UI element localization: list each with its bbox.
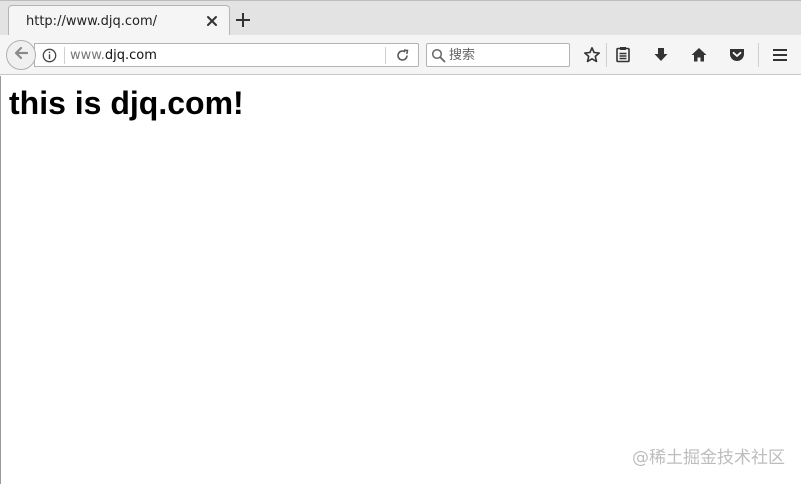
url-bar[interactable]: www.djq.com — [34, 43, 419, 67]
pocket-icon[interactable] — [726, 44, 748, 66]
navigation-toolbar: www.djq.com — [0, 35, 801, 75]
toolbar-divider — [606, 43, 607, 67]
toolbar-divider — [758, 43, 759, 67]
browser-tab[interactable]: http://www.djq.com/ — [8, 5, 230, 36]
search-input[interactable] — [449, 46, 565, 64]
bookmark-star-icon[interactable] — [581, 44, 603, 66]
url-bar-divider — [64, 47, 65, 64]
info-icon[interactable] — [42, 48, 57, 63]
reload-icon[interactable] — [395, 48, 410, 63]
menu-icon[interactable] — [769, 44, 791, 66]
search-icon — [431, 48, 446, 63]
url-prefix: www. — [70, 48, 105, 63]
new-tab-icon[interactable] — [234, 11, 252, 29]
url-bar-divider — [385, 47, 386, 64]
close-icon[interactable] — [205, 13, 219, 27]
tab-title: http://www.djq.com/ — [26, 14, 158, 29]
watermark: @稀土掘金技术社区 — [632, 448, 785, 468]
home-icon[interactable] — [688, 44, 710, 66]
tab-strip: http://www.djq.com/ — [0, 0, 801, 36]
download-icon[interactable] — [650, 44, 672, 66]
url-host: djq.com — [104, 48, 157, 63]
back-button[interactable] — [6, 40, 36, 70]
url-text[interactable]: www.djq.com — [70, 48, 157, 63]
reading-list-icon[interactable] — [612, 44, 634, 66]
back-arrow-icon — [13, 45, 29, 65]
page-heading: this is djq.com! — [9, 85, 244, 121]
page-viewport: this is djq.com! @稀土掘金技术社区 — [0, 76, 801, 484]
search-bar[interactable] — [426, 43, 570, 67]
